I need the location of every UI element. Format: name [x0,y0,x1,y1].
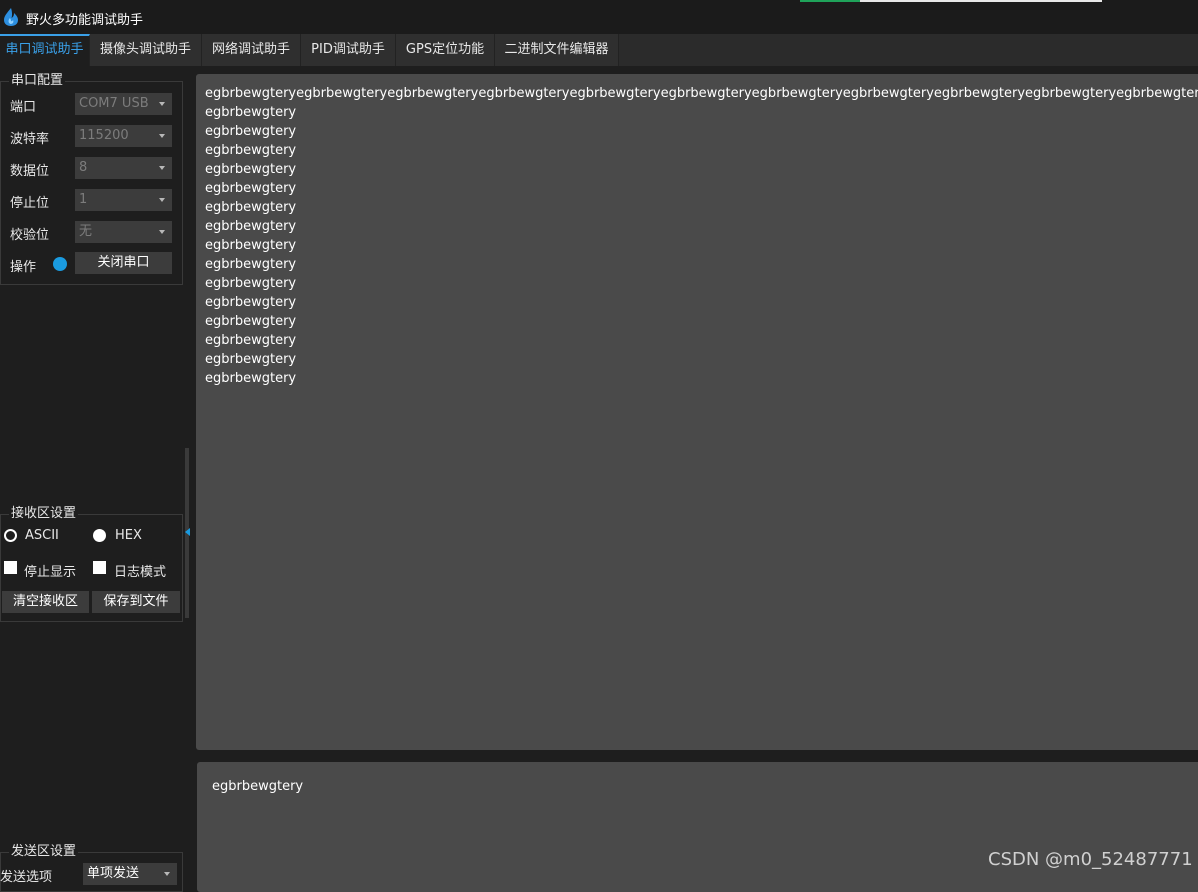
close-port-button[interactable]: 关闭串口 [75,252,172,274]
window-title: 野火多功能调试助手 [26,13,144,28]
operation-label: 操作 [10,260,37,275]
tab-gps-location[interactable]: GPS定位功能 [396,34,495,66]
chevron-down-icon [159,230,165,234]
stop-bits-label: 停止位 [10,196,50,211]
title-accent-bar [800,0,860,2]
log-mode-label: 日志模式 [114,565,167,580]
receive-line: egbrbewgtery [205,200,297,215]
receive-line: egbrbewgtery [205,295,297,310]
hex-label: HEX [115,528,142,543]
port-select[interactable]: COM7 USB [75,93,172,115]
port-status-indicator [53,257,67,271]
receive-line: egbrbewgtery [205,257,297,272]
baud-select[interactable]: 115200 [75,125,172,147]
collapse-arrow-icon[interactable] [185,528,190,536]
chevron-down-icon [159,166,165,170]
send-settings-title: 发送区设置 [9,844,79,859]
stop-display-label: 停止显示 [24,565,77,580]
receive-line: egbrbewgtery [205,124,297,139]
chevron-down-icon [159,198,165,202]
watermark: CSDN @m0_52487771 [988,849,1193,870]
receive-line: egbrbewgtery [205,276,297,291]
tab-pid-assistant[interactable]: PID调试助手 [301,34,396,66]
tab-camera-assistant[interactable]: 摄像头调试助手 [90,34,202,66]
send-text-area[interactable]: egbrbewgtery [197,762,1198,892]
receive-text-area[interactable]: egbrbewgtery egbrbewgtery egbrbewgtery egbr… [196,74,1198,750]
log-mode-checkbox[interactable] [93,561,106,574]
send-option-select[interactable]: 单项发送 [83,863,177,885]
tab-binary-editor[interactable]: 二进制文件编辑器 [495,34,619,66]
receive-line: egbrbewgtery [205,238,297,253]
baud-label: 波特率 [10,132,50,147]
receive-line: egbrbewgtery [205,162,297,177]
clear-receive-button[interactable]: 清空接收区 [2,591,89,613]
data-bits-select[interactable]: 8 [75,157,172,179]
parity-select[interactable]: 无 [75,221,172,243]
title-bar: 野火多功能调试助手 [0,0,1198,34]
chevron-down-icon [159,134,165,138]
receive-line: egbrbewgtery [205,371,297,386]
chevron-down-icon [164,872,170,876]
port-label: 端口 [10,100,37,115]
send-option-label: 发送选项 [0,870,53,885]
serial-config-title: 串口配置 [9,73,66,88]
receive-line: egbrbewgtery [205,352,297,367]
title-accent-bar-light [860,0,1102,2]
data-bits-label: 数据位 [10,164,50,179]
receive-line: egbrbewgtery [205,143,297,158]
parity-label: 校验位 [10,228,50,243]
receive-line: egbrbewgtery [205,333,297,348]
chevron-down-icon [159,102,165,106]
receive-line: egbrbewgtery [205,314,297,329]
tab-network-assistant[interactable]: 网络调试助手 [202,34,301,66]
send-text: egbrbewgtery [212,779,304,794]
receive-line: egbrbewgteryegbrbewgteryegbrbewgteryegbr… [205,86,1198,101]
tab-bar: 串口调试助手 摄像头调试助手 网络调试助手 PID调试助手 GPS定位功能 二进… [0,34,1198,66]
stop-display-checkbox[interactable] [4,561,17,574]
receive-line: egbrbewgtery [205,219,297,234]
tab-serial-assistant[interactable]: 串口调试助手 [0,34,90,66]
flame-icon [4,8,18,26]
receive-line: egbrbewgtery [205,181,297,196]
recv-settings-title: 接收区设置 [9,506,79,521]
receive-line: egbrbewgtery [205,105,297,120]
save-to-file-button[interactable]: 保存到文件 [92,591,180,613]
ascii-label: ASCII [25,528,59,543]
ascii-radio[interactable] [4,529,17,542]
stop-bits-select[interactable]: 1 [75,189,172,211]
hex-radio[interactable] [93,529,106,542]
